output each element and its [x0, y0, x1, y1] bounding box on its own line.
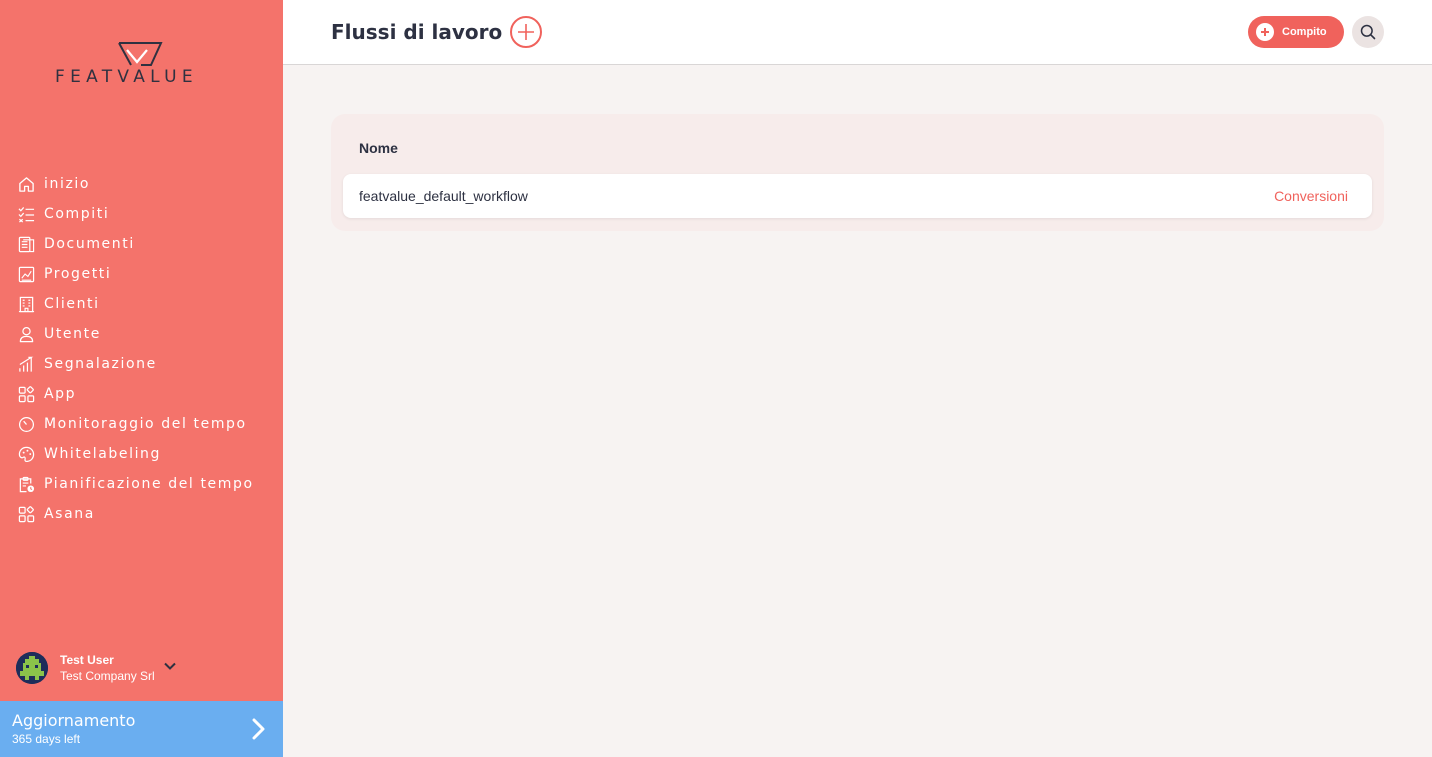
sidebar-item-label: Monitoraggio del tempo — [44, 416, 247, 432]
sidebar-item-label: Segnalazione — [44, 356, 157, 372]
sidebar-item-clienti[interactable]: Clienti — [0, 289, 283, 319]
workflows-table: Nome featvalue_default_workflow Conversi… — [331, 114, 1384, 231]
sidebar: FEATVALUE inizio Compiti Documenti Proge… — [0, 0, 283, 757]
page-title: Flussi di lavoro — [331, 20, 503, 44]
sidebar-item-label: Whitelabeling — [44, 446, 162, 462]
building-icon — [17, 295, 35, 313]
apps-icon — [17, 385, 35, 403]
featvalue-logo[interactable]: FEATVALUE — [55, 40, 227, 90]
user-name: Test User — [60, 653, 114, 667]
sidebar-item-progetti[interactable]: Progetti — [0, 259, 283, 289]
sidebar-item-compiti[interactable]: Compiti — [0, 199, 283, 229]
brand-name: FEATVALUE — [55, 67, 198, 87]
sidebar-item-label: Clienti — [44, 296, 100, 312]
sidebar-item-label: Documenti — [44, 236, 135, 252]
workflow-name: featvalue_default_workflow — [359, 188, 528, 204]
avatar-icon — [16, 652, 48, 684]
add-task-button[interactable]: Compito — [1248, 16, 1344, 48]
sidebar-item-label: App — [44, 386, 77, 402]
sidebar-item-monitoraggio[interactable]: Monitoraggio del tempo — [0, 409, 283, 439]
checklist-icon — [17, 205, 35, 223]
sidebar-item-documenti[interactable]: Documenti — [0, 229, 283, 259]
user-icon — [17, 325, 35, 343]
plus-icon — [518, 24, 534, 40]
sidebar-item-label: Compiti — [44, 206, 110, 222]
sidebar-item-whitelabeling[interactable]: Whitelabeling — [0, 439, 283, 469]
user-info: Test User Test Company Srl — [60, 652, 155, 684]
conversions-link[interactable]: Conversioni — [1274, 188, 1348, 204]
sidebar-item-pianificazione[interactable]: Pianificazione del tempo — [0, 469, 283, 499]
palette-icon — [17, 445, 35, 463]
sidebar-item-inizio[interactable]: inizio — [0, 169, 283, 199]
search-button[interactable] — [1352, 16, 1384, 48]
sidebar-nav: inizio Compiti Documenti Progetti Client… — [0, 169, 283, 529]
sidebar-item-label: Progetti — [44, 266, 112, 282]
upgrade-button[interactable]: Aggiornamento 365 days left — [0, 701, 283, 757]
sidebar-item-label: inizio — [44, 176, 91, 192]
add-workflow-button[interactable] — [510, 16, 542, 48]
sidebar-item-asana[interactable]: Asana — [0, 499, 283, 529]
plus-icon — [1256, 23, 1274, 41]
home-icon — [17, 175, 35, 193]
timer-icon — [17, 415, 35, 433]
chart-icon — [17, 265, 35, 283]
chevron-right-icon — [252, 718, 265, 740]
add-task-label: Compito — [1282, 26, 1327, 38]
clipboard-clock-icon — [17, 475, 35, 493]
table-row[interactable]: featvalue_default_workflow Conversioni — [343, 174, 1372, 218]
search-icon — [1360, 24, 1376, 40]
sidebar-item-segnalazione[interactable]: Segnalazione — [0, 349, 283, 379]
upgrade-days-left: 365 days left — [12, 732, 81, 746]
sidebar-item-utente[interactable]: Utente — [0, 319, 283, 349]
bar-chart-icon — [17, 355, 35, 373]
column-header-name: Nome — [359, 140, 398, 156]
sidebar-item-app[interactable]: App — [0, 379, 283, 409]
top-header: Flussi di lavoro Compito — [283, 0, 1432, 65]
apps-icon — [17, 505, 35, 523]
chevron-down-icon[interactable] — [163, 661, 177, 671]
upgrade-title: Aggiornamento — [12, 711, 136, 730]
document-icon — [17, 235, 35, 253]
user-company: Test Company Srl — [60, 669, 155, 683]
sidebar-item-label: Pianificazione del tempo — [44, 476, 254, 492]
sidebar-item-label: Utente — [44, 326, 101, 342]
sidebar-item-label: Asana — [44, 506, 95, 522]
avatar[interactable] — [16, 652, 48, 684]
logo-mark-icon — [118, 42, 163, 66]
user-menu[interactable]: Test User Test Company Srl — [16, 652, 177, 684]
